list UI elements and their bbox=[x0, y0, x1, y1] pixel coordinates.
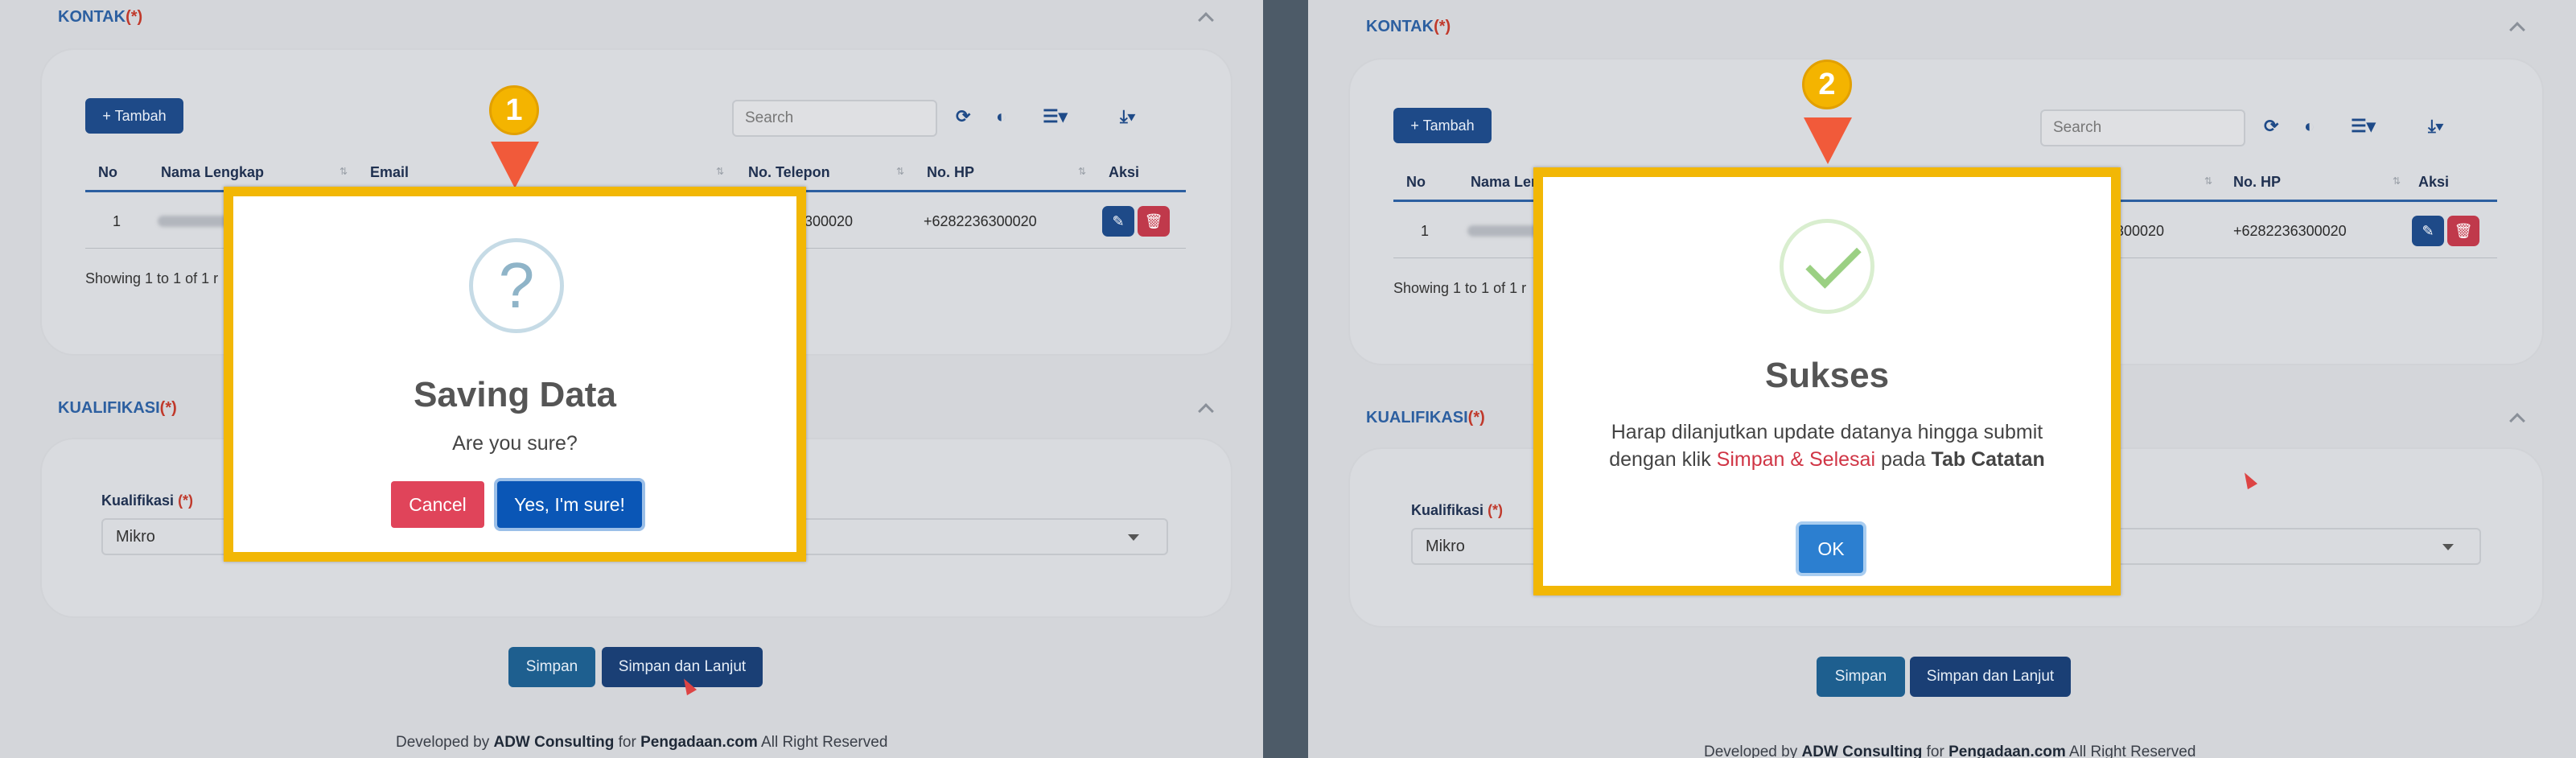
sort-icon[interactable]: ⇅ bbox=[716, 166, 724, 177]
kualifikasi-label: Kualifikasi (*) bbox=[101, 492, 194, 509]
col-hp[interactable]: No. HP bbox=[927, 164, 974, 181]
question-icon: ? bbox=[469, 238, 564, 333]
footer: Developed by ADW Consulting for Pengadaa… bbox=[396, 734, 888, 751]
callout-pointer-icon bbox=[1804, 117, 1852, 164]
row-no: 1 bbox=[1421, 223, 1430, 239]
col-no[interactable]: No bbox=[1406, 174, 1426, 191]
add-contact-button[interactable]: + Tambah bbox=[1393, 108, 1492, 143]
collapse-chevron-icon[interactable] bbox=[2509, 413, 2525, 429]
callout-pointer-icon bbox=[491, 142, 539, 188]
edit-icon[interactable]: ✎ bbox=[2412, 216, 2444, 246]
confirm-button[interactable]: Yes, I'm sure! bbox=[497, 481, 642, 528]
chevron-down-icon bbox=[1128, 534, 1139, 541]
sort-icon[interactable]: ⇅ bbox=[339, 166, 348, 177]
search-input[interactable]: Search bbox=[732, 100, 937, 137]
step-badge: 2 bbox=[1802, 60, 1852, 109]
screenshot-step-2: KONTAK(*) + Tambah Search ⟳ ◐ ☰▾ ⤓▾ No N… bbox=[1308, 0, 2576, 758]
footer: Developed by ADW Consulting for Pengadaa… bbox=[1704, 744, 2196, 758]
columns-icon[interactable]: ☰▾ bbox=[1043, 106, 1068, 127]
refresh-icon[interactable]: ⟳ bbox=[956, 106, 970, 127]
row-no: 1 bbox=[113, 213, 121, 229]
sort-icon[interactable]: ⇅ bbox=[896, 166, 904, 177]
col-hp[interactable]: No. HP bbox=[2233, 174, 2281, 191]
search-input[interactable]: Search bbox=[2040, 109, 2245, 146]
dialog-text: Are you sure? bbox=[452, 432, 578, 455]
row-hp: +6282236300020 bbox=[924, 213, 1037, 229]
success-dialog: Sukses Harap dilanjutkan update datanya … bbox=[1533, 167, 2121, 595]
download-icon[interactable]: ⤓▾ bbox=[2428, 116, 2443, 137]
sort-icon[interactable]: ⇅ bbox=[2393, 175, 2401, 187]
refresh-icon[interactable]: ⟳ bbox=[2264, 116, 2278, 137]
ok-button[interactable]: OK bbox=[1799, 525, 1863, 573]
col-no[interactable]: No bbox=[98, 164, 117, 181]
chevron-down-icon bbox=[2442, 544, 2454, 550]
kontak-section-title: KONTAK(*) bbox=[1366, 18, 1451, 35]
toggle-icon[interactable]: ◐ bbox=[2304, 116, 2315, 137]
kualifikasi-section-title: KUALIFIKASI(*) bbox=[1366, 409, 1485, 426]
kualifikasi-section-title: KUALIFIKASI(*) bbox=[58, 399, 177, 417]
add-contact-button[interactable]: + Tambah bbox=[85, 98, 183, 134]
toggle-icon[interactable]: ◐ bbox=[996, 106, 1006, 127]
collapse-chevron-icon[interactable] bbox=[1198, 12, 1214, 28]
row-hp: +6282236300020 bbox=[2233, 223, 2347, 239]
table-info: Showing 1 to 1 of 1 r bbox=[85, 270, 219, 286]
simpan-selesai-link: Simpan & Selesai bbox=[1716, 448, 1875, 471]
col-aksi: Aksi bbox=[2418, 174, 2450, 190]
col-aksi: Aksi bbox=[1109, 164, 1140, 180]
kontak-section-title: KONTAK(*) bbox=[58, 8, 143, 26]
col-telepon[interactable]: No. Telepon bbox=[748, 164, 830, 181]
row-telepon: 300020 bbox=[804, 213, 854, 229]
col-email[interactable]: Email bbox=[370, 164, 409, 181]
screenshot-step-1: KONTAK(*) + Tambah Search ⟳ ◐ ☰▾ ⤓▾ No N… bbox=[0, 0, 1263, 758]
table-info: Showing 1 to 1 of 1 r bbox=[1393, 280, 1527, 296]
simpan-lanjut-button[interactable]: Simpan dan Lanjut bbox=[1910, 657, 2071, 697]
download-icon[interactable]: ⤓▾ bbox=[1120, 106, 1135, 127]
collapse-chevron-icon[interactable] bbox=[2509, 22, 2525, 38]
simpan-button[interactable]: Simpan bbox=[508, 647, 595, 687]
saving-data-dialog: ? Saving Data Are you sure? Cancel Yes, … bbox=[224, 187, 806, 562]
delete-icon[interactable]: 🗑 bbox=[2447, 216, 2479, 246]
dialog-title: Sukses bbox=[1764, 356, 1890, 395]
dialog-title: Saving Data bbox=[414, 375, 616, 414]
sort-icon[interactable]: ⇅ bbox=[1078, 166, 1086, 177]
edit-icon[interactable]: ✎ bbox=[1102, 206, 1134, 237]
kualifikasi-label: Kualifikasi (*) bbox=[1411, 502, 1504, 518]
collapse-chevron-icon[interactable] bbox=[1198, 403, 1214, 419]
col-nama[interactable]: Nama Lengkap bbox=[161, 164, 264, 181]
delete-icon[interactable]: 🗑 bbox=[1138, 206, 1170, 237]
dialog-text: Harap dilanjutkan update datanya hingga … bbox=[1609, 421, 2045, 471]
step-badge: 1 bbox=[489, 85, 539, 135]
sort-icon[interactable]: ⇅ bbox=[2204, 175, 2212, 187]
row-telepon: 300020 bbox=[2116, 223, 2165, 239]
check-icon bbox=[1780, 219, 1874, 314]
cancel-button[interactable]: Cancel bbox=[391, 481, 484, 528]
simpan-button[interactable]: Simpan bbox=[1817, 657, 1905, 697]
columns-icon[interactable]: ☰▾ bbox=[2351, 116, 2376, 137]
